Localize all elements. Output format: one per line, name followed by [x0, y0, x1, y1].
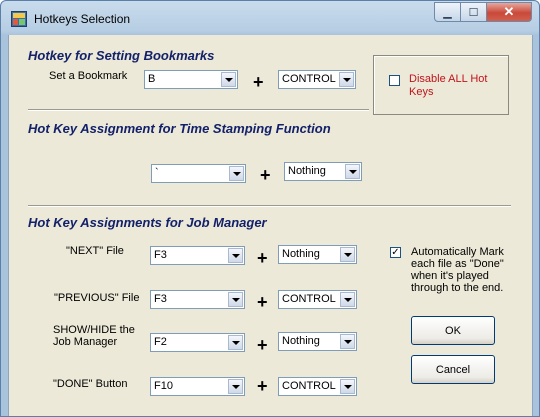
- previous-file-key-value: F3: [154, 293, 167, 305]
- close-button[interactable]: ✕: [487, 2, 532, 22]
- window-title: Hotkeys Selection: [34, 12, 131, 26]
- bookmark-modifier-select[interactable]: CONTROL: [278, 70, 356, 89]
- next-file-key-value: F3: [154, 249, 167, 261]
- plus-sign: +: [257, 292, 268, 312]
- job-manager-section-title: Hot Key Assignments for Job Manager: [28, 215, 267, 230]
- timestamp-modifier-select[interactable]: Nothing: [284, 162, 362, 181]
- section-divider: [28, 205, 511, 207]
- previous-file-label: "PREVIOUS" File: [54, 292, 140, 304]
- show-hide-key-select[interactable]: F2: [150, 333, 245, 352]
- auto-mark-label-line: when it's played: [411, 270, 489, 282]
- show-hide-modifier-select[interactable]: Nothing: [278, 332, 357, 351]
- show-hide-label: SHOW/HIDE the Job Manager: [53, 324, 135, 348]
- previous-file-modifier-value: CONTROL: [282, 293, 336, 305]
- done-key-select[interactable]: F10: [150, 377, 245, 396]
- timestamp-modifier-value: Nothing: [288, 165, 326, 177]
- plus-sign: +: [257, 376, 268, 396]
- checkmark-icon: ✓: [391, 247, 400, 258]
- auto-mark-label[interactable]: Automatically Mark each file as "Done" w…: [411, 246, 504, 294]
- show-hide-key-value: F2: [154, 336, 167, 348]
- chevron-down-icon[interactable]: [339, 72, 354, 87]
- previous-file-key-select[interactable]: F3: [150, 290, 245, 309]
- app-icon: [11, 11, 27, 27]
- close-icon: ✕: [503, 4, 515, 19]
- hotkeys-window: Hotkeys Selection ▁ ☐ ✕ Hotkey for Setti…: [0, 0, 540, 417]
- chevron-down-icon[interactable]: [340, 334, 355, 349]
- chevron-down-icon[interactable]: [228, 292, 243, 307]
- chevron-down-icon[interactable]: [221, 72, 236, 87]
- plus-sign: +: [257, 335, 268, 355]
- auto-mark-label-line: each file as "Done": [411, 258, 504, 270]
- bookmarks-section-title: Hotkey for Setting Bookmarks: [28, 48, 215, 63]
- minimize-icon: ▁: [443, 6, 452, 19]
- plus-sign: +: [260, 165, 271, 185]
- section-divider: [28, 109, 369, 111]
- done-modifier-value: CONTROL: [282, 380, 336, 392]
- next-file-key-select[interactable]: F3: [150, 246, 245, 265]
- maximize-icon: ☐: [468, 6, 479, 19]
- auto-mark-label-line: Automatically Mark: [411, 246, 504, 258]
- next-file-modifier-select[interactable]: Nothing: [278, 245, 357, 264]
- show-hide-modifier-value: Nothing: [282, 335, 320, 347]
- done-modifier-select[interactable]: CONTROL: [278, 377, 357, 396]
- bookmark-modifier-value: CONTROL: [282, 73, 336, 85]
- plus-sign: +: [253, 72, 264, 92]
- chevron-down-icon[interactable]: [340, 247, 355, 262]
- disable-all-checkbox[interactable]: [389, 75, 400, 86]
- ok-button[interactable]: OK: [411, 316, 495, 345]
- dialog-client-area: Hotkey for Setting Bookmarks Set a Bookm…: [8, 35, 533, 416]
- chevron-down-icon[interactable]: [228, 335, 243, 350]
- title-bar[interactable]: Hotkeys Selection ▁ ☐ ✕: [1, 1, 539, 35]
- auto-mark-checkbox[interactable]: ✓: [390, 247, 401, 258]
- set-bookmark-label: Set a Bookmark: [49, 70, 128, 82]
- minimize-button[interactable]: ▁: [434, 2, 461, 22]
- auto-mark-label-line: through to the end.: [411, 282, 504, 294]
- cancel-button[interactable]: Cancel: [411, 355, 495, 384]
- done-button-label: "DONE" Button: [53, 378, 128, 390]
- plus-sign: +: [257, 248, 268, 268]
- next-file-label: "NEXT" File: [66, 245, 124, 257]
- maximize-button[interactable]: ☐: [461, 2, 487, 22]
- timestamp-key-value: `: [155, 167, 159, 179]
- chevron-down-icon[interactable]: [228, 248, 243, 263]
- show-hide-label-line2: Job Manager: [53, 336, 118, 348]
- show-hide-label-line1: SHOW/HIDE the: [53, 324, 135, 336]
- bookmark-key-select[interactable]: B: [144, 70, 238, 89]
- disable-all-label[interactable]: Disable ALL Hot Keys: [409, 73, 504, 99]
- chevron-down-icon[interactable]: [228, 379, 243, 394]
- done-key-value: F10: [154, 380, 173, 392]
- chevron-down-icon[interactable]: [340, 379, 355, 394]
- caption-buttons: ▁ ☐ ✕: [434, 2, 532, 22]
- chevron-down-icon[interactable]: [340, 292, 355, 307]
- timestamp-key-select[interactable]: `: [151, 164, 246, 183]
- previous-file-modifier-select[interactable]: CONTROL: [278, 290, 357, 309]
- bookmark-key-value: B: [148, 73, 156, 85]
- next-file-modifier-value: Nothing: [282, 248, 320, 260]
- timestamp-section-title: Hot Key Assignment for Time Stamping Fun…: [28, 121, 331, 136]
- chevron-down-icon[interactable]: [229, 166, 244, 181]
- chevron-down-icon[interactable]: [345, 164, 360, 179]
